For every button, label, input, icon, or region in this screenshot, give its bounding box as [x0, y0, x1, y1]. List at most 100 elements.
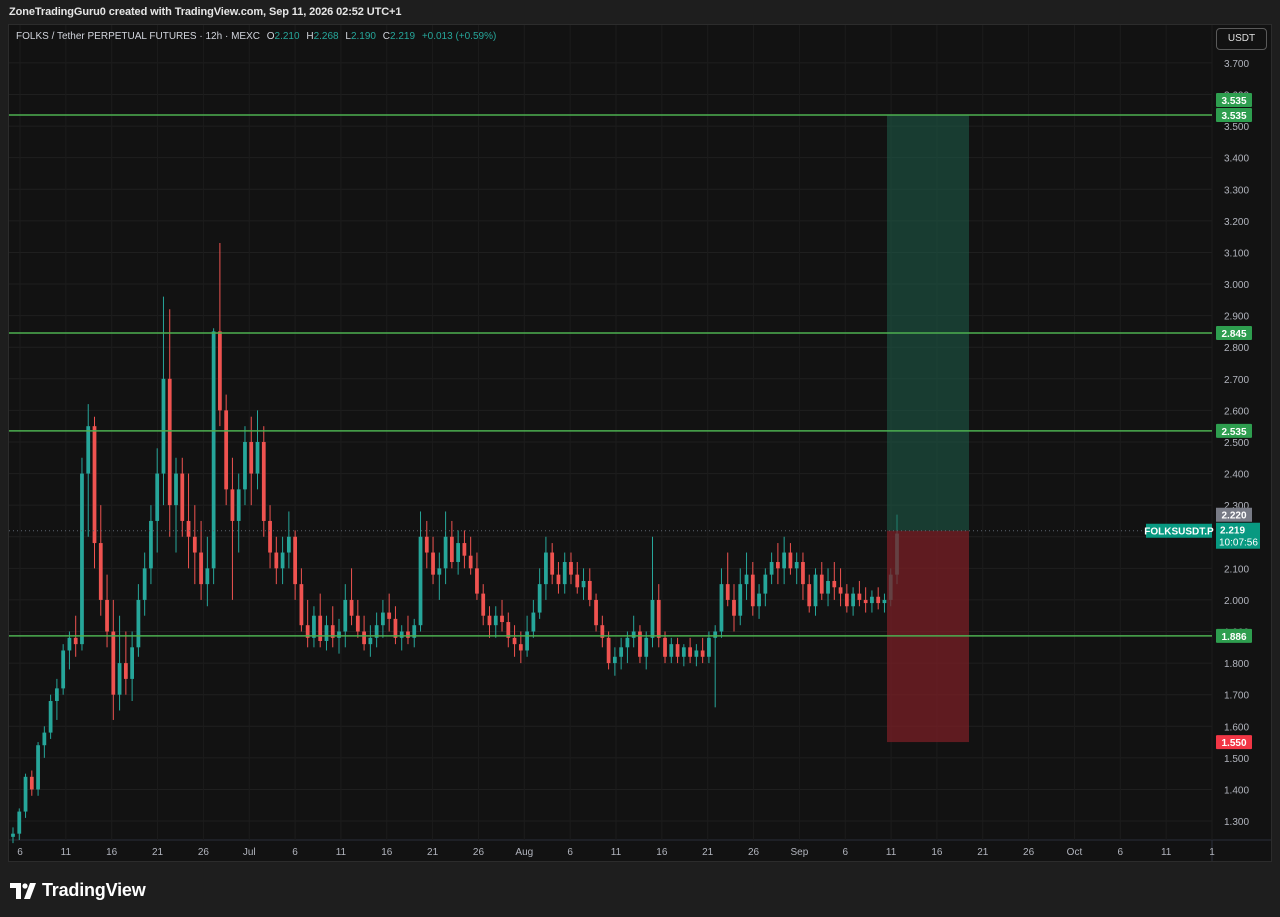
candle-body: [437, 568, 442, 575]
high-label: H: [306, 31, 314, 42]
candle-body: [299, 584, 304, 626]
candle-body: [155, 473, 160, 521]
x-tick-label: 26: [748, 847, 760, 858]
candle-body: [819, 574, 824, 594]
candle-body: [844, 593, 849, 607]
y-tick-label: 3.500: [1224, 122, 1249, 133]
candle-body: [581, 580, 586, 588]
x-tick-label: 21: [152, 847, 164, 858]
candle-body: [186, 520, 191, 537]
candle-body: [42, 732, 47, 746]
candle-body: [857, 593, 862, 600]
candle-body: [763, 574, 768, 594]
candle-body: [631, 631, 636, 638]
candle-body: [312, 615, 316, 638]
candle-body: [707, 637, 711, 657]
close-value: 2.219: [390, 31, 416, 42]
candle-body: [130, 647, 135, 679]
candle-body: [274, 552, 279, 569]
candle-body: [870, 596, 874, 604]
candle-body: [399, 631, 404, 638]
y-tick-label: 2.900: [1224, 312, 1249, 323]
candle-body: [462, 543, 467, 556]
y-tick-label: 3.100: [1224, 248, 1249, 259]
x-tick-label: 26: [1023, 847, 1035, 858]
candle-body: [387, 612, 392, 619]
x-tick-label: 11: [61, 847, 72, 858]
candle-body: [431, 552, 435, 575]
low-value: 2.190: [350, 31, 376, 42]
y-tick-label: 2.700: [1224, 375, 1249, 386]
y-tick-label: 2.400: [1224, 470, 1249, 481]
candle-body: [362, 631, 366, 645]
candle-body: [587, 580, 592, 600]
tradingview-brand: TradingView: [42, 880, 146, 900]
candle-body: [199, 552, 203, 585]
candle-body: [80, 473, 84, 645]
candle-body: [537, 584, 542, 613]
candle-body: [475, 568, 479, 594]
chart-pane[interactable]: 3.7003.6003.5003.4003.3003.2003.1003.000…: [8, 24, 1272, 862]
candle-body: [167, 378, 172, 506]
high-marker-label: 2.220: [1221, 511, 1246, 522]
y-tick-label: 2.000: [1224, 596, 1249, 607]
snapshot-header: ZoneTradingGuru0 created with TradingVie…: [0, 0, 1280, 24]
candle-body: [782, 552, 787, 569]
x-tick-label: Oct: [1067, 847, 1083, 858]
candle-body: [261, 441, 266, 521]
candle-body: [669, 644, 674, 657]
candle-body: [738, 584, 743, 616]
candle-body: [863, 599, 868, 604]
x-tick-label: 6: [292, 847, 298, 858]
candle-body: [500, 615, 504, 623]
candle-body: [218, 331, 222, 411]
y-tick-label: 2.100: [1224, 564, 1249, 575]
candle-body: [456, 543, 461, 563]
candle-body: [349, 599, 354, 616]
y-tick-label: 1.400: [1224, 785, 1249, 796]
candle-body: [236, 489, 241, 521]
currency-button[interactable]: USDT: [1216, 28, 1267, 50]
candle-body: [713, 631, 718, 638]
candle-body: [324, 625, 329, 641]
candle-body: [468, 555, 473, 569]
x-tick-label: 16: [381, 847, 393, 858]
candle-body: [318, 615, 323, 641]
candle-body: [531, 612, 536, 632]
bar-countdown: 10:07:56: [1219, 538, 1258, 549]
level-tag: 2.845: [1221, 329, 1246, 340]
candle-body: [142, 568, 147, 600]
candle-body: [700, 650, 705, 657]
x-tick-label: 26: [473, 847, 485, 858]
x-tick-label: 11: [886, 847, 897, 858]
candle-body: [813, 574, 818, 607]
candle-body: [681, 647, 686, 657]
candle-body: [17, 811, 22, 834]
candle-body: [230, 489, 235, 521]
y-tick-label: 1.700: [1224, 691, 1249, 702]
last-price-value: 2.219: [1220, 526, 1245, 537]
candle-body: [286, 536, 291, 553]
level-tag: 2.535: [1221, 427, 1246, 438]
candle-body: [268, 520, 272, 553]
candle-body: [23, 776, 28, 812]
footer: [0, 862, 1280, 917]
x-tick-label: 21: [427, 847, 439, 858]
candle-body: [481, 593, 486, 616]
open-label: O: [266, 31, 275, 42]
change-value: +0.013 (+0.59%): [421, 31, 497, 42]
candle-body: [48, 701, 53, 733]
y-tick-label: 3.700: [1224, 59, 1249, 70]
candle-body: [769, 562, 774, 575]
tradingview-logo[interactable]: TradingView: [10, 880, 146, 901]
candle-body: [424, 536, 429, 553]
creator-text: ZoneTradingGuru0 created with TradingVie…: [9, 6, 402, 18]
chart-background: [9, 25, 1271, 861]
y-tick-label: 1.600: [1224, 722, 1249, 733]
candlestick-chart[interactable]: 3.7003.6003.5003.4003.3003.2003.1003.000…: [9, 25, 1271, 861]
x-tick-label: 21: [977, 847, 989, 858]
x-tick-label: 11: [1161, 847, 1172, 858]
candle-body: [757, 593, 761, 607]
x-tick-label: Sep: [790, 847, 808, 858]
candle-body: [73, 637, 78, 645]
